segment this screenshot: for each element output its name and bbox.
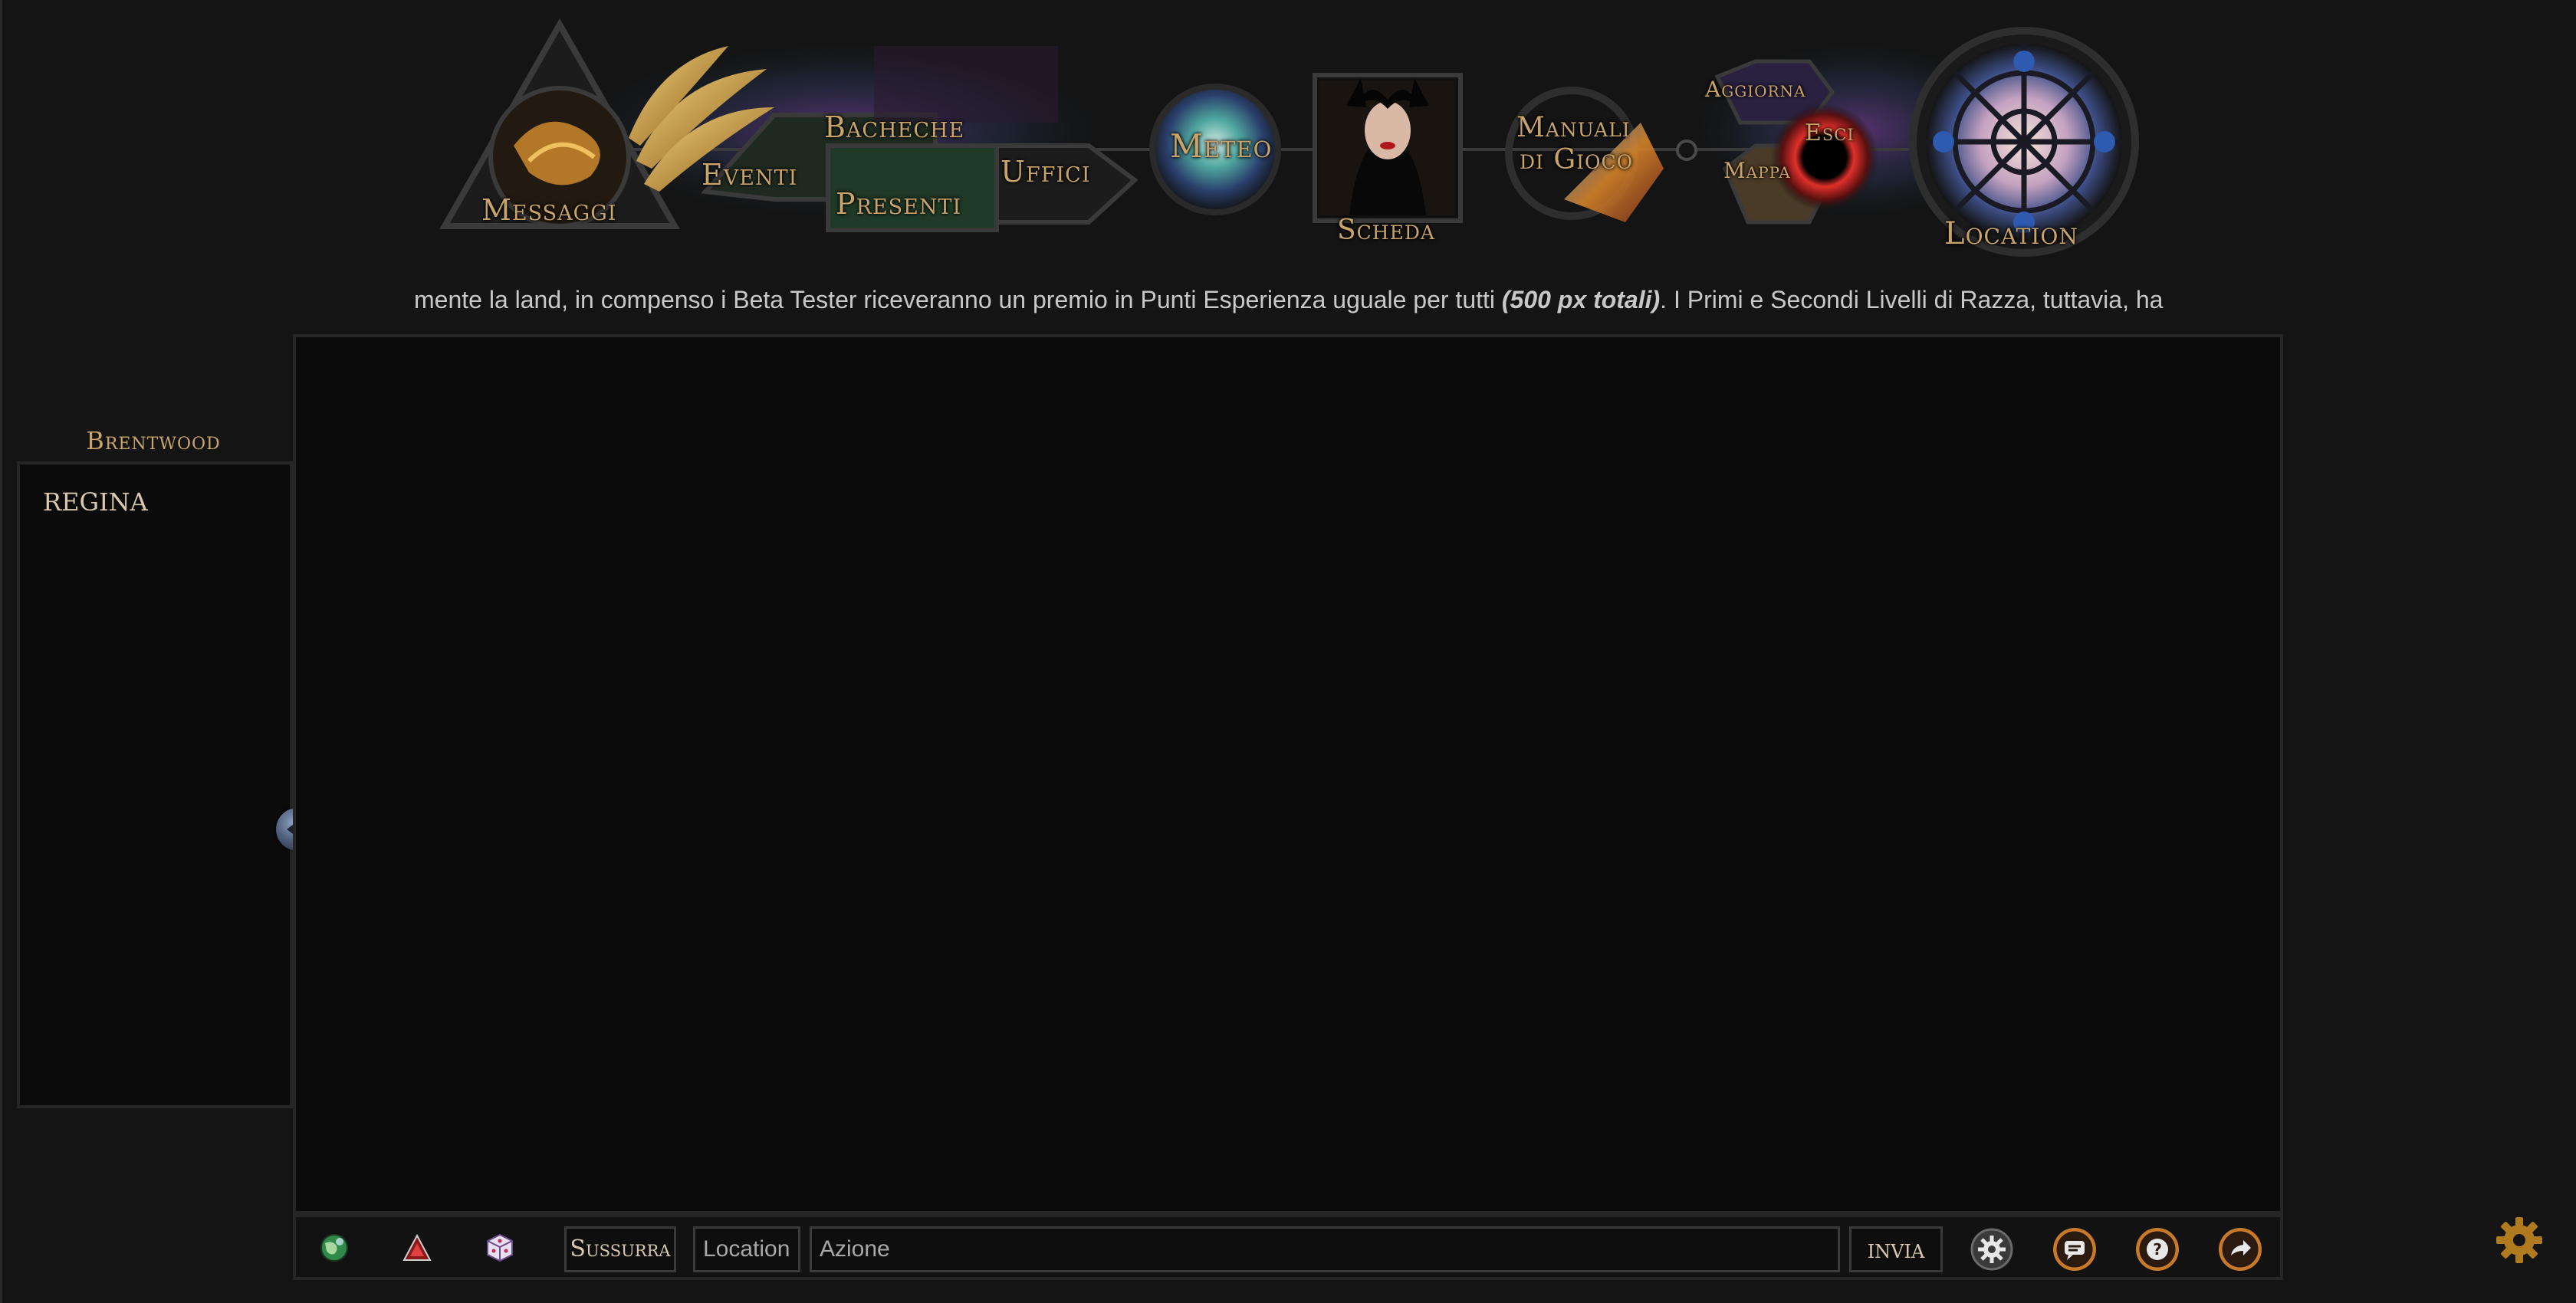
ticker-text-before: mente la land, in compenso i Beta Tester…: [414, 286, 1502, 313]
settings-icon[interactable]: [1970, 1228, 2013, 1271]
triangle-icon[interactable]: [402, 1232, 432, 1263]
nav-manuali-line2: di Gioco: [1520, 144, 1634, 176]
nav-manuali[interactable]: Manuali: [1516, 112, 1631, 143]
globe-icon[interactable]: [319, 1232, 350, 1263]
azione-input[interactable]: [820, 1229, 1838, 1270]
presence-panel: REGINA: [17, 461, 293, 1108]
nav-eventi[interactable]: Eventi: [702, 158, 797, 192]
nav-scheda[interactable]: Scheda: [1337, 215, 1435, 246]
chat-input-bar: Sussurra invia ?: [293, 1214, 2283, 1280]
sussurra-button[interactable]: Sussurra: [564, 1226, 676, 1272]
exit-icon[interactable]: [2219, 1228, 2262, 1271]
nav-mappa[interactable]: Mappa: [1723, 158, 1791, 183]
ticker-text-bold: (500 px totali): [1501, 286, 1661, 313]
nav-esci[interactable]: Esci: [1805, 120, 1855, 146]
navigation-artwork: [439, 18, 2139, 257]
nav-aggiorna[interactable]: Aggiorna: [1705, 77, 1806, 102]
nav-manuali-di-gioco[interactable]: di Gioco: [1520, 144, 1633, 176]
gear-icon[interactable]: [2495, 1216, 2544, 1265]
location-input[interactable]: [703, 1229, 798, 1270]
chat-icon[interactable]: [2053, 1228, 2096, 1271]
nav-messaggi[interactable]: Messaggi: [481, 193, 616, 227]
location-field[interactable]: [693, 1226, 800, 1272]
presence-list-item[interactable]: REGINA: [43, 487, 148, 517]
page-left-border: [0, 0, 2, 1303]
nav-bacheche[interactable]: Bacheche: [824, 110, 964, 144]
nav-meteo[interactable]: Meteo: [1170, 127, 1272, 165]
nav-location[interactable]: Location: [1944, 216, 2078, 251]
nav-presenti[interactable]: Presenti: [836, 187, 961, 221]
location-title: Brentwood: [86, 426, 221, 455]
azione-field[interactable]: [810, 1226, 1840, 1272]
nav-uffici[interactable]: Uffici: [1001, 155, 1090, 189]
top-navigation: Messaggi Eventi Bacheche Presenti Uffici…: [429, 15, 2147, 261]
invia-button[interactable]: invia: [1849, 1226, 1943, 1272]
ticker-text-after: . I Primi e Secondi Livelli di Razza, tu…: [1660, 286, 2164, 313]
chat-log: [293, 334, 2283, 1214]
help-icon[interactable]: ?: [2136, 1228, 2179, 1271]
news-ticker: mente la land, in compenso i Beta Tester…: [414, 281, 2164, 319]
nav-manuali-line1: Manuali: [1516, 112, 1631, 143]
svg-text:?: ?: [2153, 1240, 2162, 1259]
dice-icon[interactable]: [485, 1232, 515, 1263]
